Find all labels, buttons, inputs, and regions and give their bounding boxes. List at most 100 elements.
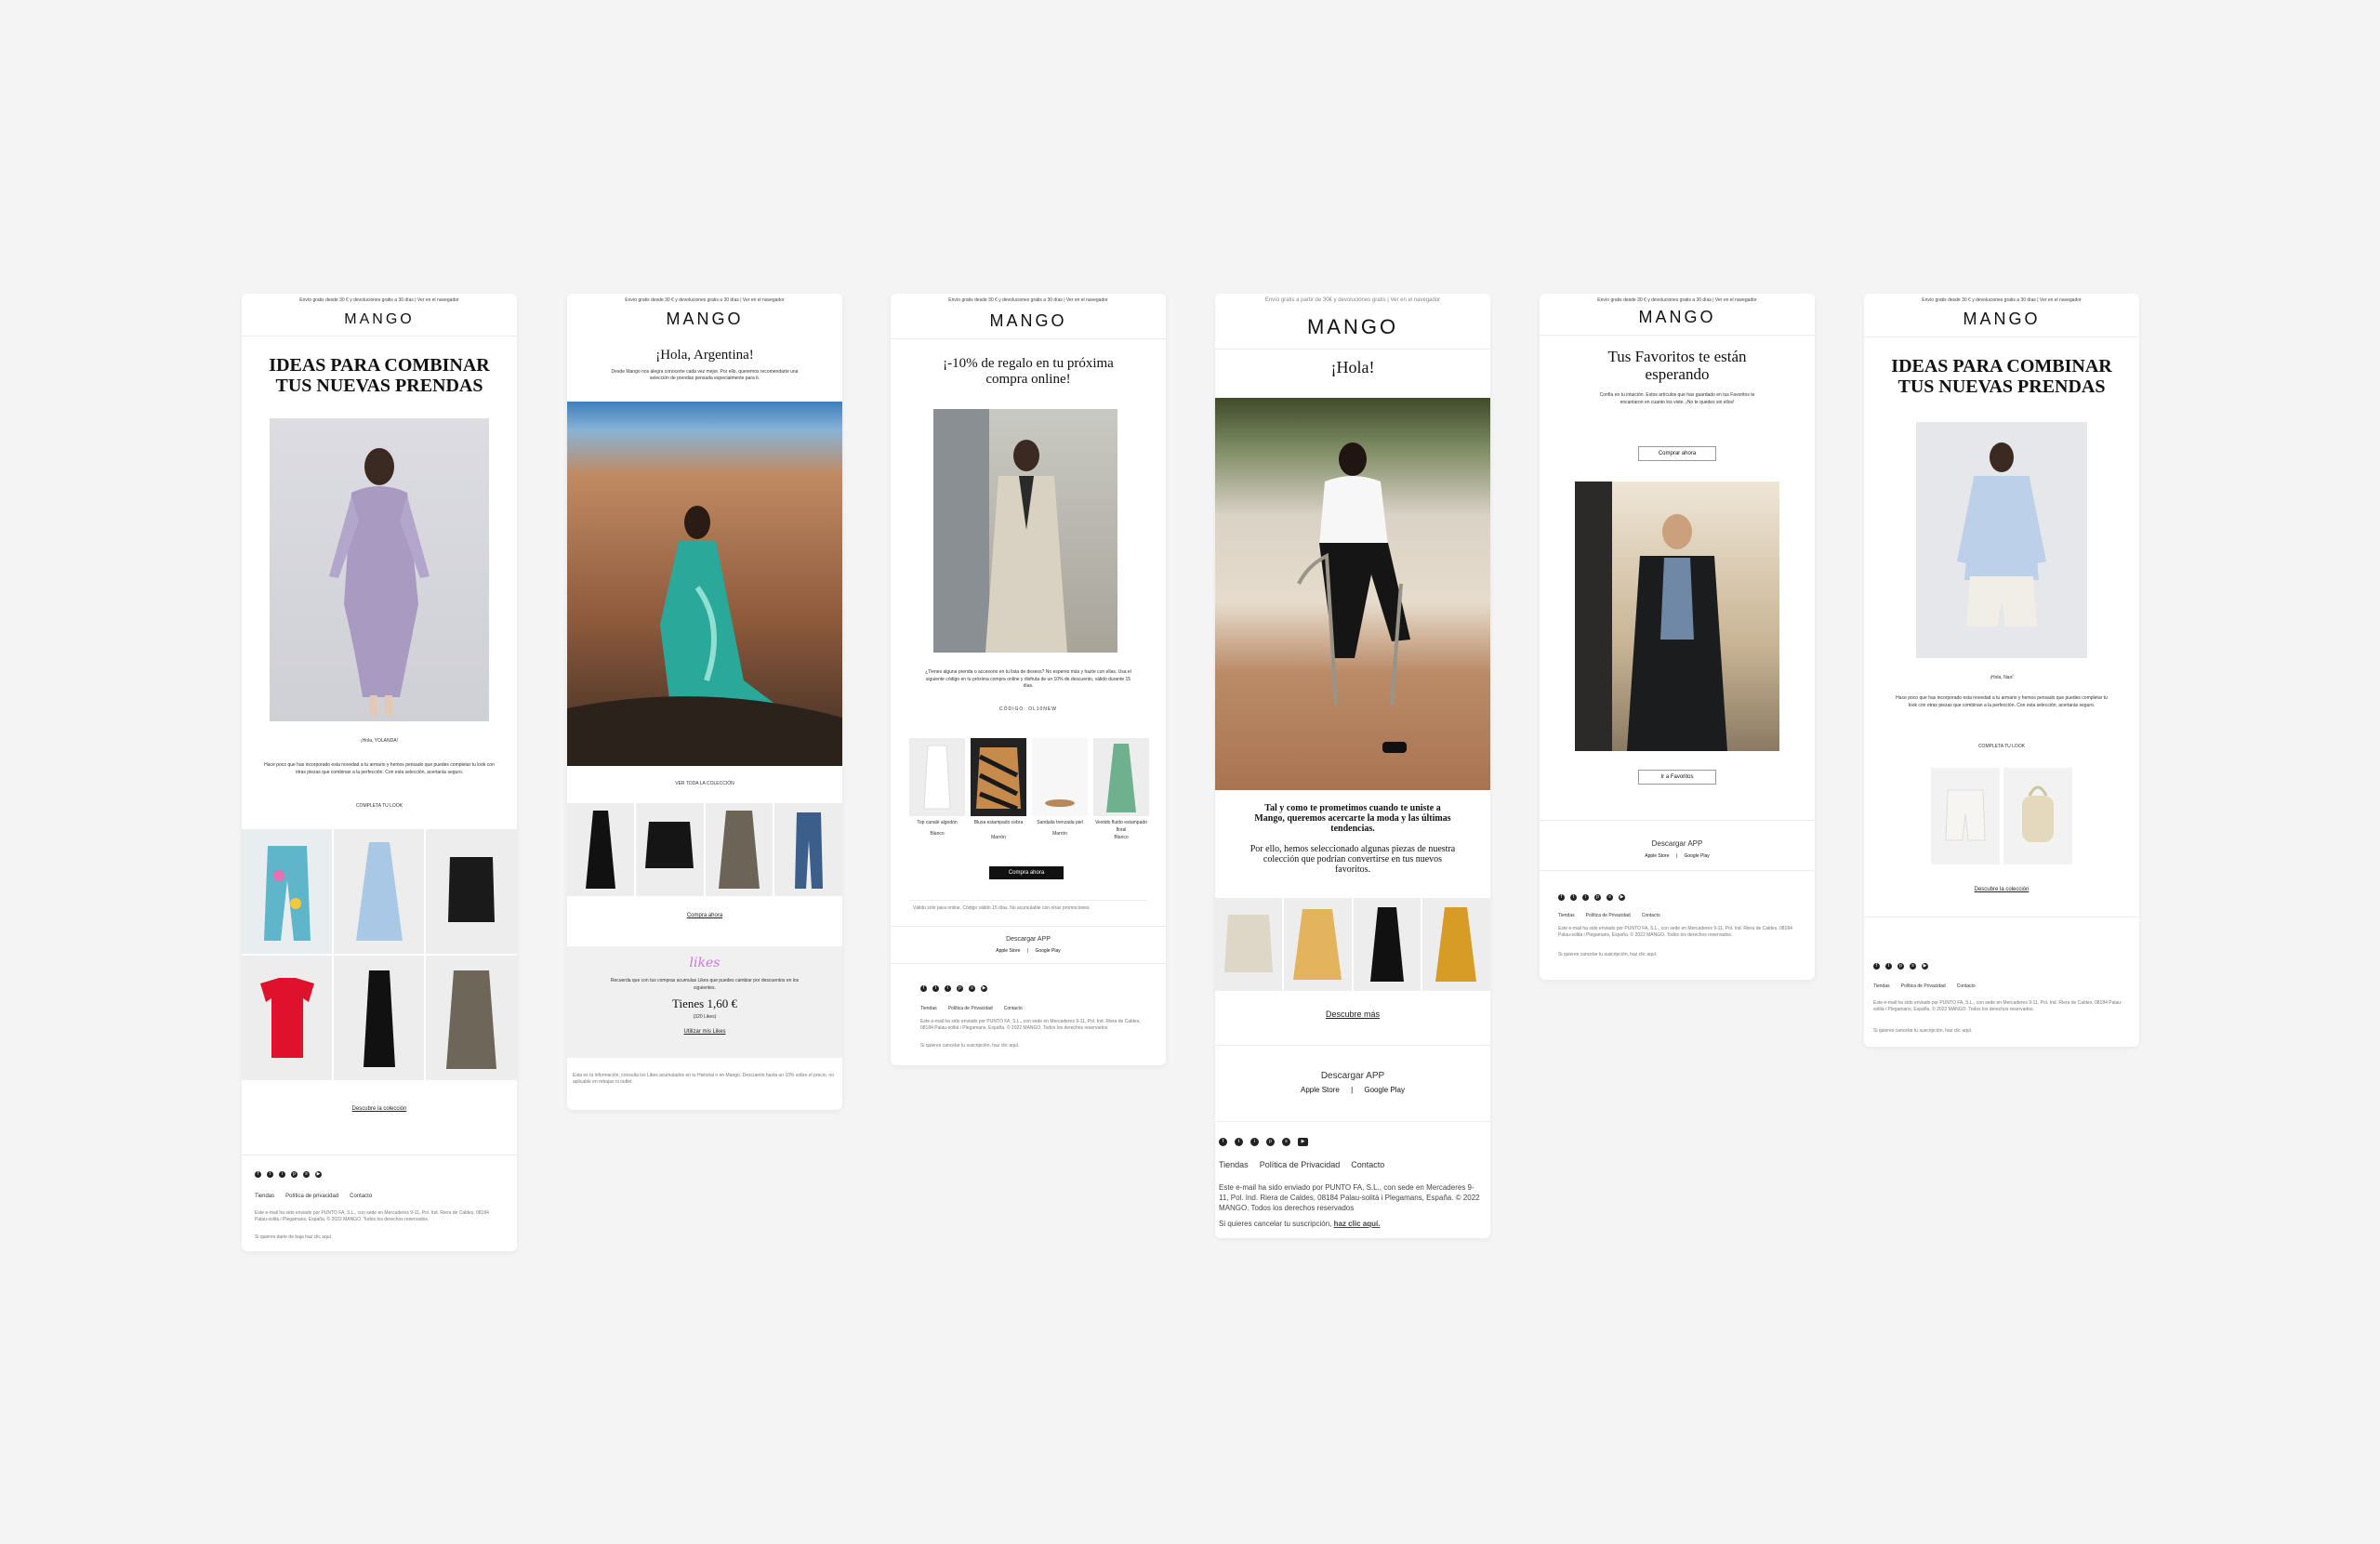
instagram-icon[interactable]: i	[1582, 894, 1589, 901]
instagram-icon[interactable]: i	[945, 985, 951, 992]
mango-logo[interactable]: MANGO	[891, 311, 1166, 331]
instagram-icon[interactable]: i	[1250, 1138, 1259, 1146]
youtube-icon[interactable]: ▶	[315, 1171, 322, 1178]
facebook-icon[interactable]: f	[255, 1171, 261, 1178]
facebook-icon[interactable]: f	[1558, 894, 1565, 901]
unsubscribe-text[interactable]: Si quieres darte de baja haz clic aquí.	[255, 1234, 496, 1241]
use-likes-link[interactable]: Utilizar mis Likes	[567, 1029, 842, 1035]
product-thumb[interactable]	[971, 738, 1026, 816]
spotify-icon[interactable]: s	[969, 985, 975, 992]
product-thumb[interactable]	[426, 829, 517, 954]
pinterest-icon[interactable]: p	[957, 985, 963, 992]
youtube-icon[interactable]: ▶	[1922, 963, 1928, 970]
facebook-icon[interactable]: f	[920, 985, 927, 992]
buy-now-button[interactable]: Comprar ahora	[1638, 446, 1716, 461]
mango-logo[interactable]: MANGO	[1864, 310, 2139, 329]
unsubscribe-text[interactable]: Si quieres cancelar tu suscripción, haz …	[1558, 952, 1796, 958]
mango-logo[interactable]: MANGO	[242, 311, 517, 328]
footer-link[interactable]: Política de Privacidad	[1260, 1160, 1341, 1169]
complete-look-link[interactable]: COMPLETA TU LOOK	[242, 803, 517, 811]
footer-link[interactable]: Tiendas	[1219, 1160, 1249, 1169]
mango-logo[interactable]: MANGO	[567, 310, 842, 329]
hero-photo-purple-dress[interactable]	[270, 418, 489, 721]
mango-logo[interactable]: MANGO	[1215, 315, 1490, 339]
pinterest-icon[interactable]: p	[291, 1171, 298, 1178]
spotify-icon[interactable]: s	[1910, 963, 1916, 970]
product-thumb[interactable]	[1284, 898, 1352, 991]
pinterest-icon[interactable]: p	[1594, 894, 1601, 901]
product-thumb[interactable]	[1215, 898, 1282, 991]
twitter-icon[interactable]: t	[932, 985, 939, 992]
footer-link[interactable]: Tiendas	[255, 1194, 274, 1199]
product-thumb[interactable]	[909, 738, 965, 816]
hero-photo-blue-shirt[interactable]	[1916, 422, 2087, 658]
twitter-icon[interactable]: t	[1885, 963, 1892, 970]
buy-now-button[interactable]: Compra ahora	[989, 866, 1064, 879]
product-thumb[interactable]	[242, 829, 332, 954]
google-play-link[interactable]: Google Play	[1035, 948, 1060, 954]
product-thumb[interactable]	[2003, 768, 2072, 864]
discover-collection-link[interactable]: Descubre la colección	[242, 1106, 517, 1112]
complete-look-link[interactable]: COMPLETA TU LOOK	[1864, 744, 2139, 751]
view-collection-label[interactable]: VER TODA LA COLECCIÓN	[567, 781, 842, 788]
unsubscribe-text[interactable]: Si quieres cancelar tu suscripción, haz …	[1873, 1028, 2130, 1035]
product-thumb[interactable]	[636, 803, 704, 896]
footer-link[interactable]: Tiendas	[920, 1006, 937, 1011]
pinterest-icon[interactable]: p	[1897, 963, 1904, 970]
footer-link[interactable]: Tiendas	[1873, 983, 1890, 989]
footer-link[interactable]: Política de privacidad	[285, 1194, 338, 1199]
product-thumb[interactable]	[242, 956, 332, 1080]
spotify-icon[interactable]: s	[303, 1171, 310, 1178]
go-to-favorites-button[interactable]: Ir a Favoritos	[1638, 770, 1716, 785]
footer-link[interactable]: Contacto	[350, 1194, 372, 1199]
product-thumb[interactable]	[1931, 768, 2000, 864]
footer-link[interactable]: Contacto	[1642, 913, 1660, 918]
footer-link[interactable]: Política de Privacidad	[1586, 913, 1631, 918]
product-thumb[interactable]	[567, 803, 634, 896]
footer-link[interactable]: Tiendas	[1558, 913, 1575, 918]
unsubscribe-link[interactable]: haz clic aquí.	[1334, 1220, 1381, 1228]
unsubscribe-text[interactable]: Si quieres cancelar tu suscripción, haz …	[920, 1043, 1144, 1049]
facebook-icon[interactable]: f	[1873, 963, 1880, 970]
instagram-icon[interactable]: i	[279, 1171, 285, 1178]
hero-photo-dark-suit[interactable]	[1575, 482, 1779, 751]
twitter-icon[interactable]: t	[1570, 894, 1577, 901]
twitter-icon[interactable]: t	[1235, 1138, 1243, 1146]
apple-store-link[interactable]: Apple Store	[996, 948, 1020, 954]
app-links: Apple Store | Google Play	[1540, 853, 1815, 859]
mango-logo[interactable]: MANGO	[1540, 308, 1815, 327]
product-thumb[interactable]	[1093, 738, 1149, 816]
google-play-link[interactable]: Google Play	[1684, 853, 1709, 859]
buy-now-link[interactable]: Compra ahora	[567, 913, 842, 918]
product-thumb[interactable]	[774, 803, 842, 896]
footer-link[interactable]: Contacto	[1957, 983, 1976, 989]
discover-collection-link[interactable]: Descubre la colección	[1864, 887, 2139, 892]
spotify-icon[interactable]: s	[1282, 1138, 1290, 1146]
youtube-icon[interactable]: ▶	[1619, 894, 1625, 901]
product-thumb[interactable]	[334, 956, 424, 1080]
hero-photo-desert[interactable]	[567, 402, 842, 766]
twitter-icon[interactable]: t	[267, 1171, 273, 1178]
youtube-icon[interactable]: ▶	[1298, 1138, 1308, 1146]
facebook-icon[interactable]: f	[1219, 1138, 1227, 1146]
product-thumb[interactable]	[1354, 898, 1421, 991]
google-play-link[interactable]: Google Play	[1364, 1086, 1405, 1094]
footer-link[interactable]: Contacto	[1004, 1006, 1023, 1011]
hero-photo-chair[interactable]	[1215, 398, 1490, 790]
footer-link[interactable]: Política de Privacidad	[1901, 983, 1946, 989]
social-icons: f t i p s ▶	[1558, 894, 1625, 901]
footer-link[interactable]: Política de Privacidad	[948, 1006, 993, 1011]
apple-store-link[interactable]: Apple Store	[1301, 1086, 1340, 1094]
apple-store-link[interactable]: Apple Store	[1645, 853, 1669, 859]
pinterest-icon[interactable]: p	[1266, 1138, 1275, 1146]
youtube-icon[interactable]: ▶	[981, 985, 987, 992]
footer-link[interactable]: Contacto	[1351, 1160, 1384, 1169]
product-thumb[interactable]	[426, 956, 517, 1080]
product-thumb[interactable]	[1032, 738, 1088, 816]
product-thumb[interactable]	[1422, 898, 1490, 991]
product-thumb[interactable]	[706, 803, 773, 896]
hero-photo-linen-blazer[interactable]	[933, 409, 1117, 653]
product-thumb[interactable]	[334, 829, 424, 954]
spotify-icon[interactable]: s	[1606, 894, 1613, 901]
discover-more-link[interactable]: Descubre más	[1215, 1010, 1490, 1019]
